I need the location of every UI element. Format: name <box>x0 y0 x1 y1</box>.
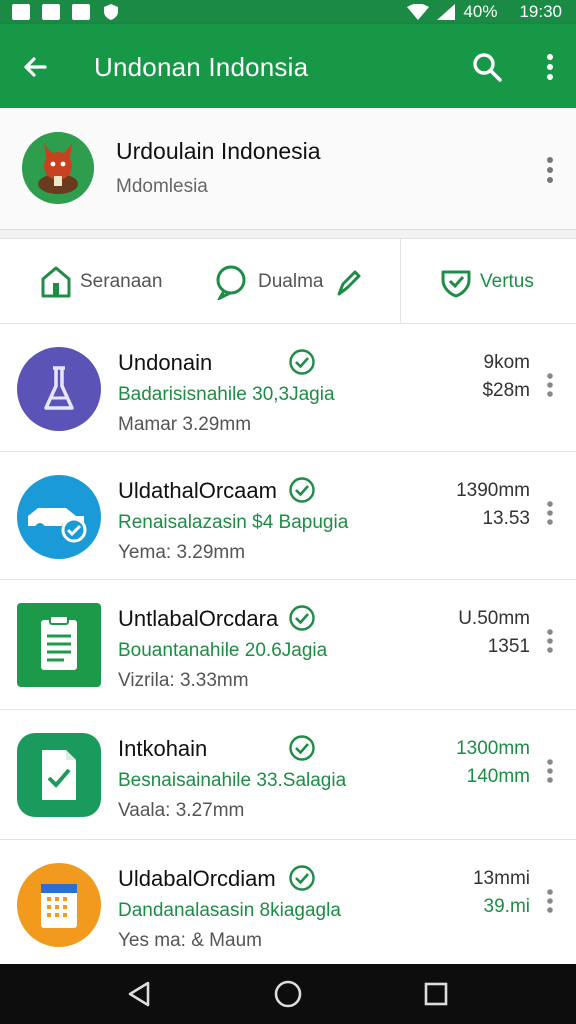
item-icon <box>16 732 102 818</box>
item-title: Undonain <box>118 350 213 375</box>
pen-icon <box>337 270 361 296</box>
verified-check-icon <box>289 605 315 631</box>
chat-icon <box>216 265 246 300</box>
list-item[interactable]: UntlabalOrcdara Bouantanahile 20.6Jagia … <box>0 580 576 710</box>
item-value-secondary: 39.mi <box>483 896 530 917</box>
clipboard-icon <box>17 603 101 687</box>
account-subtitle: Mdomlesia <box>116 176 208 197</box>
more-vert-icon <box>547 54 553 80</box>
list-item[interactable]: UldathalOrcaam Renaisalazasin $4 Bapugia… <box>0 452 576 580</box>
search-icon <box>473 53 502 82</box>
shield-notification-icon <box>104 4 118 20</box>
item-value-primary: 1390mm <box>456 480 530 501</box>
item-meta: Yema: 3.29mm <box>118 542 246 563</box>
document-check-icon <box>17 733 101 817</box>
arrow-back-icon <box>24 57 47 77</box>
list-item[interactable]: Intkohain Besnaisainahile 33.Salagia Vaa… <box>0 710 576 840</box>
shield-check-icon <box>441 270 471 298</box>
item-title: UntlabalOrcdara <box>118 606 279 631</box>
more-vert-icon <box>547 157 553 183</box>
more-vert-icon[interactable] <box>540 756 560 786</box>
item-icon <box>16 862 102 948</box>
tab-seranaan[interactable]: Seranaan <box>40 239 162 325</box>
overflow-menu-button[interactable] <box>538 50 562 84</box>
system-status: 40% 19:30 <box>407 2 562 22</box>
item-list: Undonain Badarisisnahile 30,3Jagia Mamar… <box>0 324 576 964</box>
more-vert-icon[interactable] <box>540 886 560 916</box>
list-item[interactable]: UldabalOrcdiam Dandanalasasin 8kiagagla … <box>0 840 576 964</box>
item-value-primary: 9kom <box>483 352 530 373</box>
verified-check-icon <box>289 477 315 503</box>
notification-icons <box>12 3 120 21</box>
nav-home-icon[interactable] <box>272 978 304 1010</box>
wifi-icon <box>407 4 430 20</box>
more-vert-icon[interactable] <box>540 370 560 400</box>
system-navigation-bar <box>0 964 576 1024</box>
item-icon <box>16 474 102 560</box>
item-icon <box>16 602 102 688</box>
item-value-secondary: $28m <box>482 380 530 401</box>
tab-vertus[interactable]: Vertus <box>440 239 534 325</box>
calendar-icon <box>17 863 101 947</box>
item-value-secondary: 1351 <box>487 636 530 657</box>
item-value-secondary: 140mm <box>466 766 530 787</box>
account-menu-button[interactable] <box>540 152 560 188</box>
battery-level: 40% <box>463 2 498 21</box>
tab-label: Dualma <box>258 271 324 292</box>
gallery-notification-icon <box>12 4 30 20</box>
item-detail: Besnaisainahile 33.Salagia <box>118 770 347 791</box>
mascot-avatar-icon <box>22 132 94 204</box>
more-vert-icon[interactable] <box>540 626 560 656</box>
item-detail: Badarisisnahile 30,3Jagia <box>118 384 335 405</box>
item-meta: Mamar 3.29mm <box>118 414 252 435</box>
signal-icon <box>437 4 456 20</box>
item-value-primary: 1300mm <box>456 738 530 759</box>
flask-icon <box>17 347 101 431</box>
back-button[interactable] <box>18 50 52 84</box>
search-button[interactable] <box>470 50 504 84</box>
item-title: UldathalOrcaam <box>118 478 277 503</box>
home-icon <box>41 266 71 298</box>
status-bar: 40% 19:30 <box>0 0 576 24</box>
item-value-primary: 13mmi <box>472 868 530 889</box>
item-detail: Dandanalasasin 8kiagagla <box>118 900 341 921</box>
app-bar: Undonan Indonsia <box>0 24 576 108</box>
tab-dualma[interactable]: Dualma <box>214 239 365 325</box>
item-title: Intkohain <box>118 736 208 761</box>
filter-tabs: Seranaan Dualma Vertus <box>0 238 576 325</box>
item-value-secondary: 13.53 <box>482 508 530 529</box>
item-meta: Yes ma: & Maum <box>118 930 262 951</box>
item-title: UldabalOrcdiam <box>118 866 276 891</box>
clock: 19:30 <box>519 2 562 21</box>
item-icon <box>16 346 102 432</box>
tab-divider <box>400 239 401 325</box>
nav-recents-icon[interactable] <box>420 978 452 1010</box>
item-value-primary: U.50mm <box>458 608 530 629</box>
item-meta: Vizrila: 3.33mm <box>118 670 249 691</box>
car-check-icon <box>17 475 101 559</box>
account-name: Urdoulain Indonesia <box>116 138 321 164</box>
item-detail: Bouantanahile 20.6Jagia <box>118 640 328 661</box>
tab-label: Seranaan <box>80 271 163 292</box>
account-header[interactable]: Urdoulain Indonesia Mdomlesia <box>0 108 576 230</box>
verified-check-icon <box>289 735 315 761</box>
verified-check-icon <box>289 349 315 375</box>
item-detail: Renaisalazasin $4 Bapugia <box>118 512 349 533</box>
more-vert-icon[interactable] <box>540 498 560 528</box>
avatar <box>22 132 94 204</box>
item-meta: Vaala: 3.27mm <box>118 800 245 821</box>
verified-check-icon <box>289 865 315 891</box>
file-notification-icon <box>42 4 60 20</box>
page-title: Undonan Indonsia <box>94 52 309 82</box>
tab-label: Vertus <box>480 271 534 292</box>
mail-notification-icon <box>72 4 90 20</box>
nav-back-icon[interactable] <box>124 978 156 1010</box>
list-item[interactable]: Undonain Badarisisnahile 30,3Jagia Mamar… <box>0 324 576 452</box>
